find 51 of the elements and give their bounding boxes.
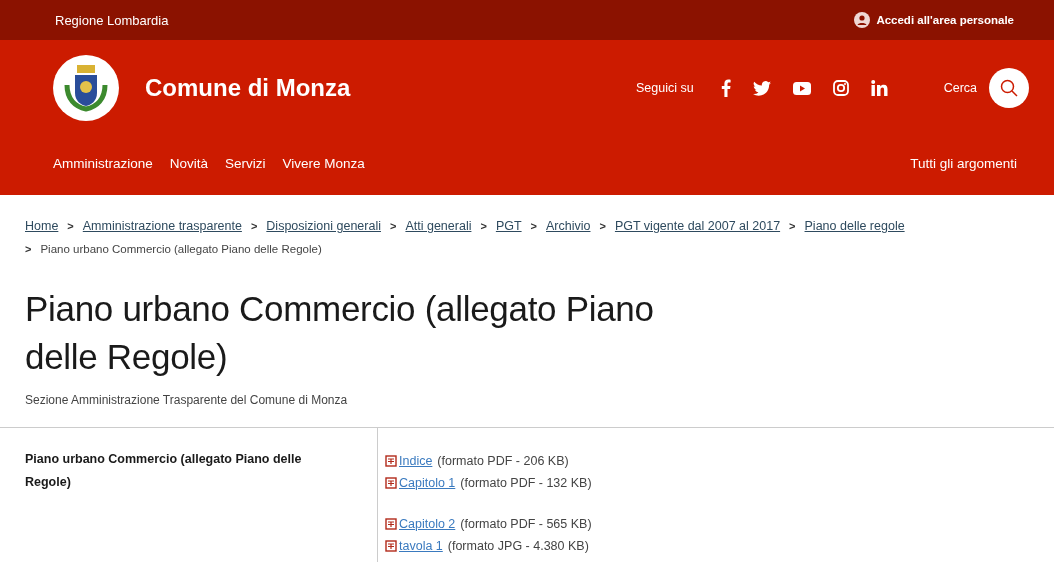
file-info: (formato PDF - 132 KB) — [460, 475, 592, 492]
all-topics-link[interactable]: Tutti gli argomenti — [910, 156, 1017, 171]
linkedin-icon[interactable] — [870, 80, 888, 96]
page-subtitle: Sezione Amministrazione Trasparente del Comune di Monza — [25, 393, 349, 407]
file-link[interactable]: Indice — [399, 450, 433, 472]
breadcrumb-separator: > — [25, 242, 32, 257]
follow-label: Seguici su — [635, 81, 694, 95]
breadcrumb-link[interactable]: PGT vigente dal 2007 al 2017 — [614, 215, 781, 238]
pdf-file-icon — [385, 518, 397, 530]
breadcrumb-link[interactable]: Atti generali — [405, 215, 472, 238]
breadcrumb-separator: > — [250, 219, 258, 234]
user-icon — [854, 12, 871, 28]
page-title: Piano urbano Commercio (allegato Piano delle Regole) — [25, 288, 655, 378]
file-info: (formato PDF - 206 KB) — [437, 453, 569, 470]
camera-icon[interactable] — [832, 80, 849, 96]
facebook-icon[interactable] — [720, 79, 731, 97]
breadcrumb-separator: > — [67, 219, 74, 234]
breadcrumb-link[interactable]: Archivio — [546, 215, 591, 238]
nav-link[interactable]: Vivere Monza — [282, 156, 365, 171]
site-title[interactable]: Comune di Monza — [145, 74, 351, 102]
file-info: (formato JPG - 4.380 KB) — [447, 538, 589, 555]
coat-of-arms-logo[interactable] — [53, 55, 119, 121]
breadcrumb-separator: > — [480, 219, 487, 234]
pdf-file-icon — [385, 455, 397, 467]
pdf-file-icon — [385, 540, 397, 552]
nav-link[interactable]: Amministrazione — [53, 156, 153, 171]
breadcrumb-link[interactable]: Piano delle regole — [804, 215, 905, 238]
pdf-file-icon — [385, 477, 397, 489]
row-label: Piano urbano Commercio (allegato Piano delle Regole) — [25, 451, 303, 491]
breadcrumb-link[interactable]: PGT — [495, 215, 522, 238]
breadcrumb-link[interactable]: Home — [25, 215, 59, 238]
login-link[interactable]: Accedi all'area personale — [854, 12, 1014, 28]
nav-link[interactable]: Novità — [169, 156, 209, 171]
bird-icon[interactable] — [752, 80, 771, 96]
breadcrumb-separator: > — [530, 219, 537, 234]
breadcrumb-current: Piano urbano Commercio (allegato Piano delle Regole) — [40, 242, 322, 257]
play-icon[interactable] — [792, 81, 811, 95]
breadcrumb-separator: > — [789, 219, 796, 234]
search-label[interactable]: Cerca — [943, 81, 977, 95]
file-link[interactable]: tavola 1 — [399, 535, 443, 557]
search-icon — [1000, 79, 1018, 97]
breadcrumb-separator: > — [599, 219, 606, 234]
nav-link[interactable]: Servizi — [225, 156, 266, 171]
file-link[interactable]: Capitolo 2 — [399, 513, 456, 535]
search-button[interactable] — [989, 68, 1029, 108]
breadcrumb-separator: > — [390, 219, 397, 234]
file-info: (formato PDF - 565 KB) — [460, 516, 592, 533]
file-link[interactable]: Capitolo 1 — [399, 472, 456, 494]
region-link[interactable]: Regione Lombardia — [55, 12, 855, 28]
breadcrumb-link[interactable]: Disposizioni generali — [266, 215, 381, 238]
breadcrumb-link[interactable]: Amministrazione trasparente — [82, 215, 242, 238]
